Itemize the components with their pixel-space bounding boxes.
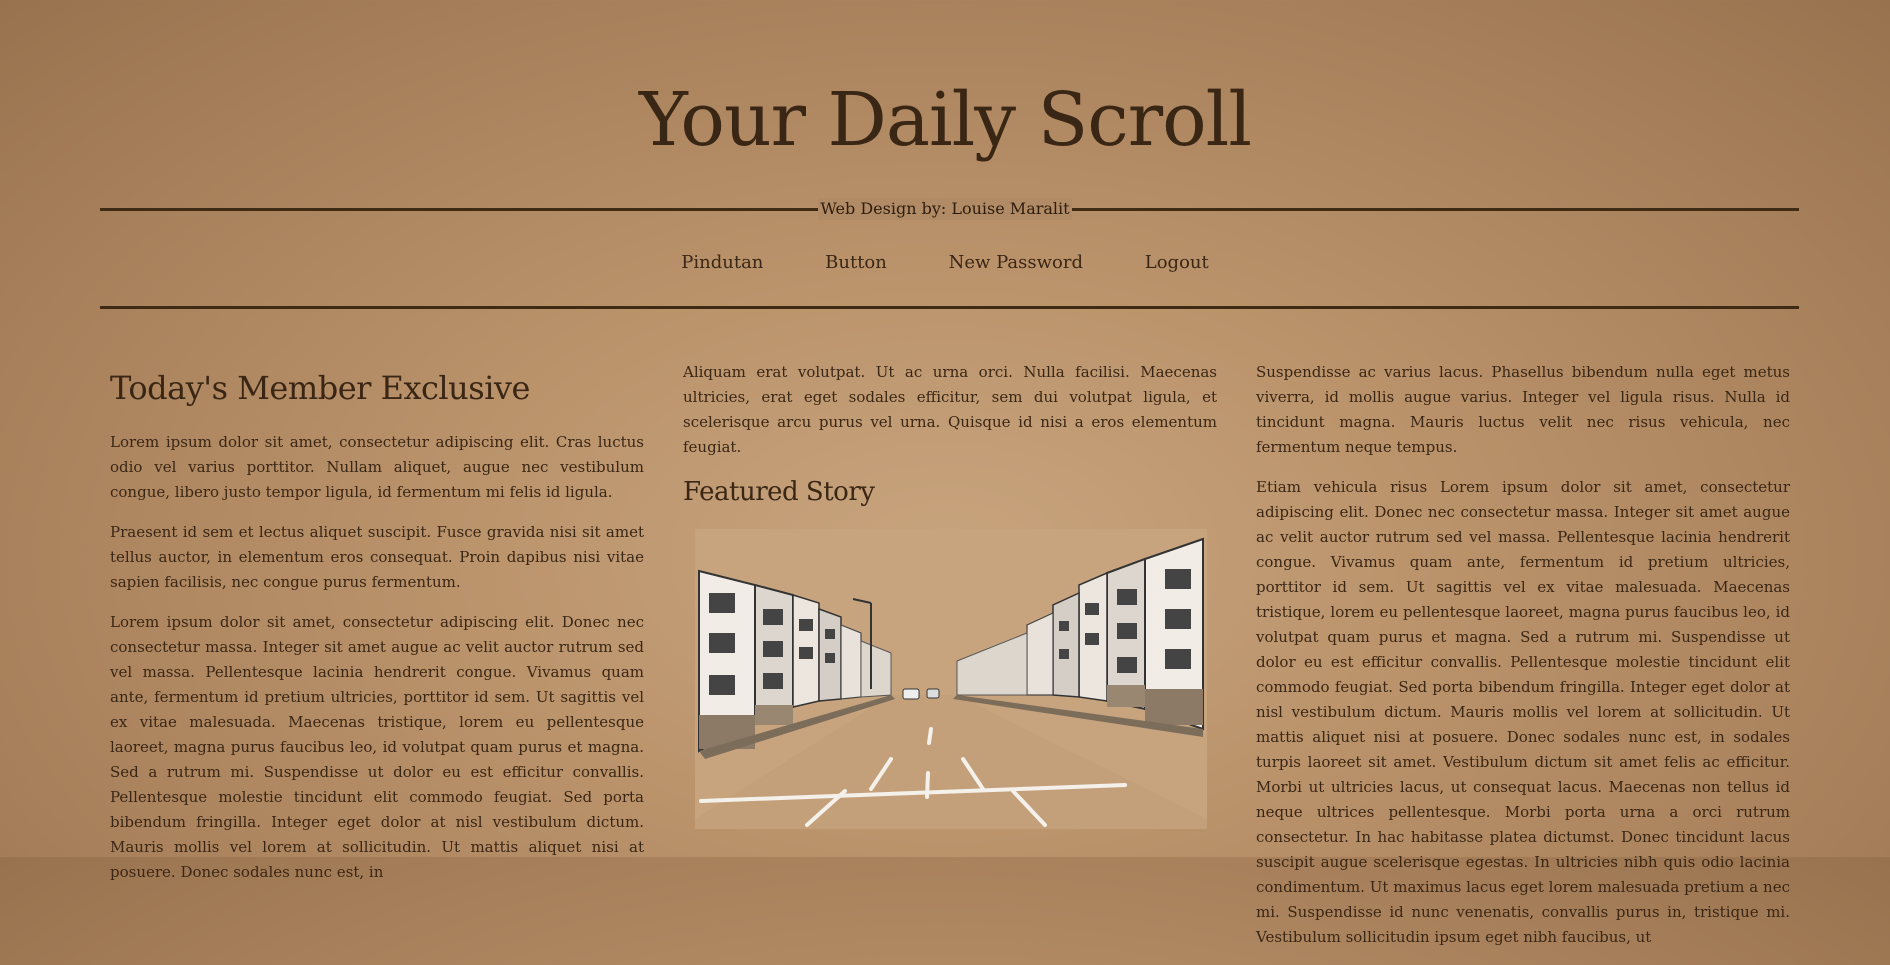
right-column: Suspendisse ac varius lacus. Phasellus b… xyxy=(1256,360,1790,965)
nav-item-pindutan[interactable]: Pindutan xyxy=(681,249,763,277)
middle-column: Aliquam erat volutpat. Ut ac urna orci. … xyxy=(683,360,1217,829)
header-divider-bottom xyxy=(100,306,1799,309)
credit-line: Web Design by: Louise Maralit xyxy=(0,198,1890,220)
featured-story-heading: Featured Story xyxy=(683,477,875,507)
right-paragraph-1: Suspendisse ac varius lacus. Phasellus b… xyxy=(1256,363,1790,456)
middle-intro-paragraph: Aliquam erat volutpat. Ut ac urna orci. … xyxy=(683,363,1217,456)
credit-text: Web Design by: Louise Maralit xyxy=(818,198,1072,220)
left-paragraph-2: Praesent id sem et lectus aliquet suscip… xyxy=(110,523,644,591)
left-paragraph-3: Lorem ipsum dolor sit amet, consectetur … xyxy=(110,613,644,881)
nav-item-logout[interactable]: Logout xyxy=(1145,249,1209,277)
left-paragraph-1: Lorem ipsum dolor sit amet, consectetur … xyxy=(110,433,644,501)
featured-story-image xyxy=(695,529,1207,829)
nav-item-new-password[interactable]: New Password xyxy=(949,249,1083,277)
member-exclusive-heading: Today's Member Exclusive xyxy=(110,369,530,407)
right-paragraph-2: Etiam vehicula risus Lorem ipsum dolor s… xyxy=(1256,478,1790,946)
nav-item-button[interactable]: Button xyxy=(825,249,887,277)
left-column: Today's Member Exclusive Lorem ipsum dol… xyxy=(110,360,644,900)
site-title: Your Daily Scroll xyxy=(638,77,1252,163)
main-nav: Pindutan Button New Password Logout xyxy=(0,249,1890,277)
